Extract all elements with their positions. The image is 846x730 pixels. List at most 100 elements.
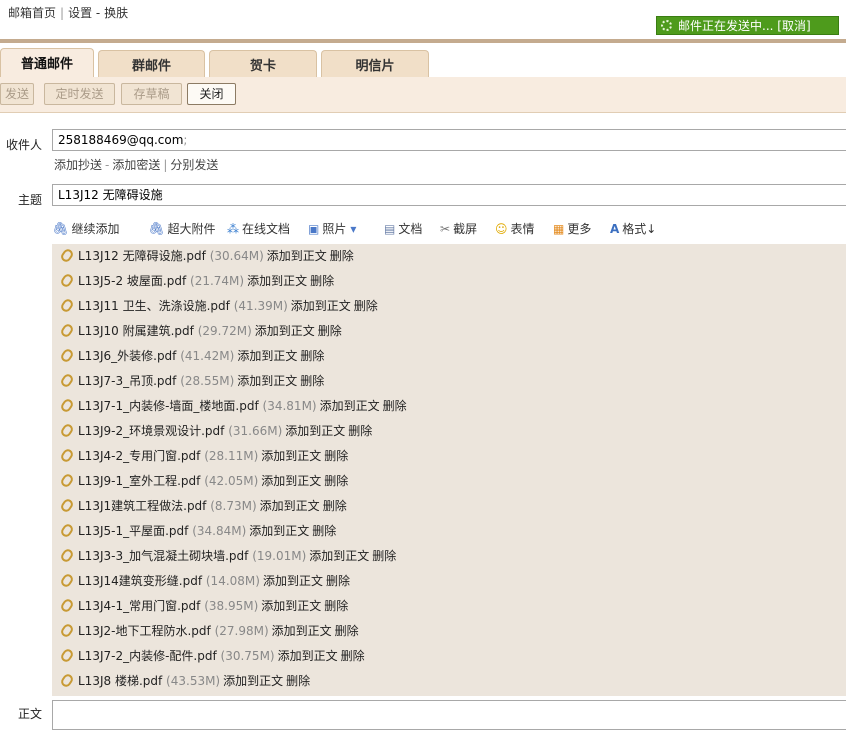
attachment-name: L13J6_外装修.pdf	[78, 349, 177, 363]
add-bcc-link[interactable]: 添加密送	[112, 158, 160, 172]
delete-attachment-link[interactable]: 删除	[324, 599, 348, 613]
add-cc-link[interactable]: 添加抄送	[54, 158, 102, 172]
delete-attachment-link[interactable]: 删除	[383, 399, 407, 413]
photo-button[interactable]: ▣ 照片 ▾	[308, 219, 356, 239]
add-to-body-link[interactable]: 添加到正文	[237, 349, 297, 363]
smiley-icon: ☺	[495, 222, 508, 236]
tab-postcard[interactable]: 明信片	[321, 50, 429, 77]
add-to-body-link[interactable]: 添加到正文	[291, 299, 351, 313]
delete-attachment-link[interactable]: 删除	[318, 324, 342, 338]
delete-attachment-link[interactable]: 删除	[310, 274, 334, 288]
attachment-size: (21.74M)	[190, 274, 245, 288]
delete-attachment-link[interactable]: 删除	[326, 574, 350, 588]
attachment-name: L13J7-1_内装修-墙面_楼地面.pdf	[78, 399, 259, 413]
recipient-label: 收件人	[6, 138, 43, 152]
paperclip-icon	[59, 672, 75, 689]
document-button[interactable]: ▤ 文档	[384, 219, 422, 239]
attachment-size: (14.08M)	[205, 574, 260, 588]
tab-group-mail[interactable]: 群邮件	[98, 50, 205, 77]
add-to-body-link[interactable]: 添加到正文	[267, 249, 327, 263]
cc-dash: -	[105, 158, 110, 172]
body-editor[interactable]	[52, 700, 846, 730]
loading-spinner-icon	[661, 20, 672, 31]
add-to-body-link[interactable]: 添加到正文	[247, 274, 307, 288]
paperclip-icon	[59, 472, 75, 489]
delete-attachment-link[interactable]: 删除	[348, 424, 372, 438]
paperclip-icon	[59, 622, 75, 639]
format-button[interactable]: A 格式↓	[610, 219, 656, 239]
nav-separator: |	[60, 6, 65, 20]
attachment-item: L13J1建筑工程做法.pdf (8.73M) 添加到正文 删除	[52, 494, 846, 519]
paperclip-icon	[59, 347, 75, 364]
top-nav: 邮箱首页 | 设置 - 换肤	[8, 4, 128, 21]
attachment-size: (30.64M)	[209, 249, 264, 263]
delete-attachment-link[interactable]: 删除	[324, 449, 348, 463]
attachment-size: (41.42M)	[180, 349, 235, 363]
mailbox-home-link[interactable]: 邮箱首页	[8, 6, 56, 20]
change-skin-link[interactable]: 换肤	[104, 6, 128, 20]
add-to-body-link[interactable]: 添加到正文	[261, 449, 321, 463]
attachment-name: L13J7-3_吊顶.pdf	[78, 374, 177, 388]
attachment-size: (38.95M)	[204, 599, 259, 613]
continue-add-button[interactable]: 🖇 继续添加	[52, 219, 120, 240]
recipient-field[interactable]: 258188469@qq.com;	[52, 129, 846, 151]
header-divider	[0, 39, 846, 43]
attachment-size: (29.72M)	[197, 324, 252, 338]
add-to-body-link[interactable]: 添加到正文	[320, 399, 380, 413]
attachment-item: L13J7-2_内装修-配件.pdf (30.75M) 添加到正文 删除	[52, 644, 846, 669]
add-to-body-link[interactable]: 添加到正文	[309, 549, 369, 563]
photo-icon: ▣	[308, 222, 320, 236]
delete-attachment-link[interactable]: 删除	[286, 674, 310, 688]
add-to-body-link[interactable]: 添加到正文	[278, 649, 338, 663]
attachment-item: L13J3-3_加气混凝土砌块墙.pdf (19.01M) 添加到正文 删除	[52, 544, 846, 569]
settings-link[interactable]: 设置	[68, 6, 92, 20]
tab-greeting-card[interactable]: 贺卡	[209, 50, 317, 77]
attachment-item: L13J7-3_吊顶.pdf (28.55M) 添加到正文 删除	[52, 369, 846, 394]
cancel-sending-link[interactable]: [取消]	[777, 19, 810, 33]
add-to-body-link[interactable]: 添加到正文	[261, 474, 321, 488]
add-to-body-link[interactable]: 添加到正文	[261, 599, 321, 613]
delete-attachment-link[interactable]: 删除	[330, 249, 354, 263]
delete-attachment-link[interactable]: 删除	[312, 524, 336, 538]
add-to-body-link[interactable]: 添加到正文	[285, 424, 345, 438]
delete-attachment-link[interactable]: 删除	[300, 349, 324, 363]
add-to-body-link[interactable]: 添加到正文	[223, 674, 283, 688]
add-to-body-link[interactable]: 添加到正文	[237, 374, 297, 388]
screenshot-icon: ✂	[440, 222, 451, 236]
paperclip-icon	[59, 422, 75, 439]
send-button[interactable]: 发送	[0, 83, 34, 105]
add-to-body-link[interactable]: 添加到正文	[272, 624, 332, 638]
attachment-item: L13J7-1_内装修-墙面_楼地面.pdf (34.81M) 添加到正文 删除	[52, 394, 846, 419]
add-to-body-link[interactable]: 添加到正文	[255, 324, 315, 338]
paperclip-icon	[59, 447, 75, 464]
online-doc-button[interactable]: ⁂ 在线文档	[227, 219, 290, 239]
attachment-size: (30.75M)	[220, 649, 275, 663]
add-to-body-link[interactable]: 添加到正文	[260, 499, 320, 513]
delete-attachment-link[interactable]: 删除	[341, 649, 365, 663]
add-to-body-link[interactable]: 添加到正文	[249, 524, 309, 538]
attachment-item: L13J8 楼梯.pdf (43.53M) 添加到正文 删除	[52, 669, 846, 694]
separate-send-link[interactable]: 分别发送	[170, 158, 218, 172]
tab-normal-mail[interactable]: 普通邮件	[0, 48, 94, 77]
more-button[interactable]: ▦ 更多	[553, 219, 591, 239]
attachment-size: (42.05M)	[204, 474, 259, 488]
save-draft-button[interactable]: 存草稿	[121, 83, 182, 105]
photo-dropdown-chevron-icon[interactable]: ▾	[350, 222, 356, 236]
close-button[interactable]: 关闭	[187, 83, 236, 105]
add-to-body-link[interactable]: 添加到正文	[263, 574, 323, 588]
attachment-name: L13J9-2_环境景观设计.pdf	[78, 424, 225, 438]
emoji-button[interactable]: ☺ 表情	[495, 219, 535, 239]
large-attachment-button[interactable]: 🖇 超大附件	[148, 219, 216, 240]
delete-attachment-link[interactable]: 删除	[354, 299, 378, 313]
scheduled-send-button[interactable]: 定时发送	[44, 83, 115, 105]
delete-attachment-link[interactable]: 删除	[300, 374, 324, 388]
delete-attachment-link[interactable]: 删除	[323, 499, 347, 513]
attachment-item: L13J5-1_平屋面.pdf (34.84M) 添加到正文 删除	[52, 519, 846, 544]
delete-attachment-link[interactable]: 删除	[372, 549, 396, 563]
screenshot-button[interactable]: ✂ 截屏	[440, 219, 477, 239]
paperclip-icon: 🖇	[148, 222, 165, 237]
delete-attachment-link[interactable]: 删除	[324, 474, 348, 488]
subject-input[interactable]: L13J12 无障碍设施	[52, 184, 846, 206]
delete-attachment-link[interactable]: 删除	[335, 624, 359, 638]
attachment-item: L13J10 附属建筑.pdf (29.72M) 添加到正文 删除	[52, 319, 846, 344]
